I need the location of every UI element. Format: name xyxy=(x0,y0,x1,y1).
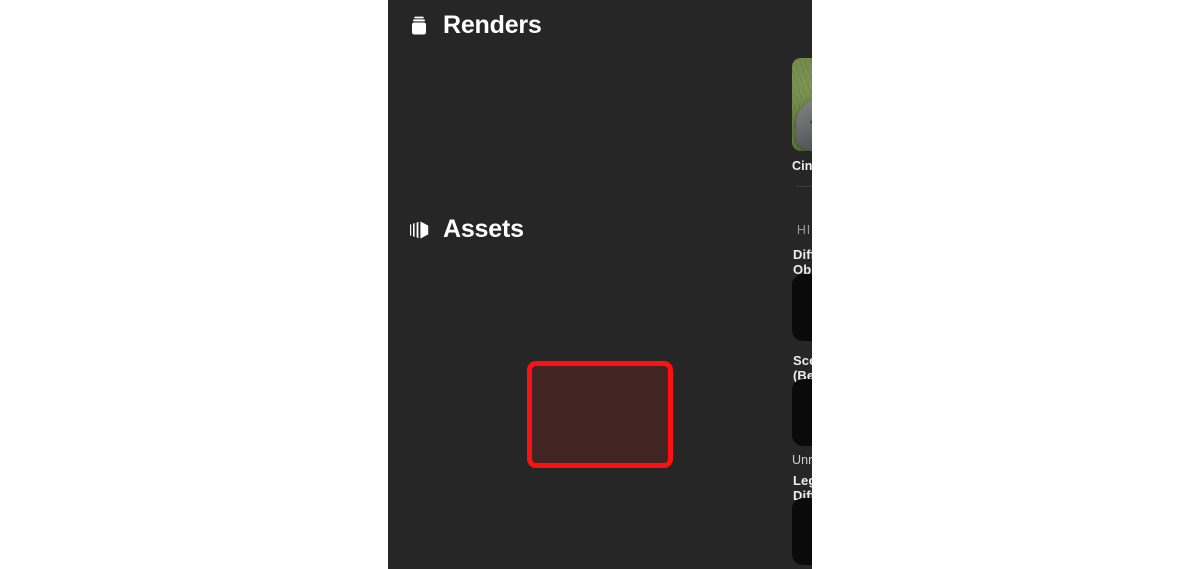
assets-section-header: Assets HIDE xyxy=(388,215,812,244)
asset-button-unreal-engine[interactable]: UE xyxy=(792,379,812,446)
button-row-scenes: UE Unreal Engine SPLAT xyxy=(792,379,812,467)
render-tile-cinematic[interactable]: Cinematic Render xyxy=(792,58,812,173)
layers-stack-icon xyxy=(406,217,432,243)
asset-button-gltf-wrap: GLTF xyxy=(792,274,812,341)
asset-button-ue-wrap: UE Unreal Engine xyxy=(792,379,812,467)
button-row-diffuse-object-mesh: GLTF OBJ xyxy=(792,274,812,341)
asset-button-ply-points-wrap: PLY xyxy=(792,498,812,565)
render-thumbnail-image[interactable] xyxy=(792,58,812,151)
asset-button-gltf[interactable]: GLTF xyxy=(792,274,812,341)
asset-button-ply-pointcloud[interactable]: PLY xyxy=(792,498,812,565)
renders-tile-row: Cinematic Render New Render xyxy=(792,58,812,173)
app-panel: Renders Cinematic Render New Render xyxy=(388,0,812,569)
section-divider xyxy=(796,186,812,187)
screenshot-root: Renders Cinematic Render New Render xyxy=(0,0,1200,569)
cube-icon xyxy=(811,295,812,321)
button-row-legacy-diffuse-scenes: PLY PLY xyxy=(792,498,812,565)
assets-title: Assets xyxy=(443,215,524,243)
hide-assets-link[interactable]: HIDE xyxy=(797,223,812,237)
renders-section-header: Renders xyxy=(388,11,812,40)
renders-cylinder-icon xyxy=(406,13,432,39)
render-tile-caption: Cinematic Render xyxy=(792,159,812,173)
asset-button-ue-caption: Unreal Engine xyxy=(792,453,812,467)
renders-title: Renders xyxy=(443,11,542,39)
